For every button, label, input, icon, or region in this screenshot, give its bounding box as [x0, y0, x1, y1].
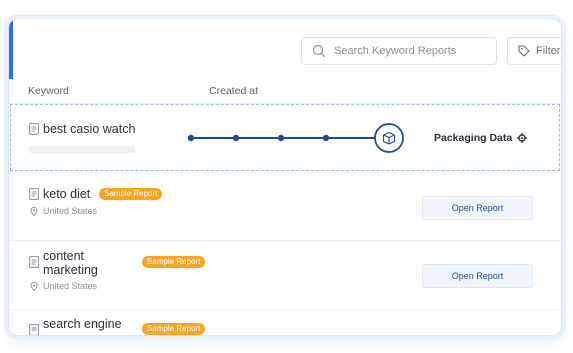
keyword-text[interactable]: keto diet	[43, 187, 90, 201]
sample-report-badge: Sample Report	[99, 188, 163, 200]
location-text: United States	[43, 281, 98, 291]
location-pin-icon	[30, 206, 38, 216]
keyword-text[interactable]: best casio watch	[43, 122, 135, 136]
tag-icon	[518, 45, 530, 57]
sample-report-badge: Sample Report	[142, 256, 206, 268]
package-icon	[374, 123, 404, 153]
search-input[interactable]	[334, 45, 494, 57]
open-report-button[interactable]: Open Report	[422, 196, 533, 220]
column-header-created-at: Created at	[209, 85, 259, 97]
filter-label: Filter	[536, 45, 561, 57]
progress-step	[232, 134, 240, 142]
location-label: United States	[30, 206, 97, 216]
location-label: United States	[30, 281, 97, 291]
progress-step	[322, 134, 330, 142]
row-divider	[9, 309, 561, 310]
location-pin-icon	[30, 281, 38, 291]
document-icon	[29, 324, 39, 335]
sample-report-badge: Sample Report	[142, 323, 206, 335]
filter-button[interactable]: Filter	[507, 37, 561, 65]
progress-step	[187, 134, 195, 142]
open-report-button[interactable]: Open Report	[422, 264, 533, 288]
status-text: Packaging Data	[434, 132, 513, 144]
row-divider	[9, 240, 561, 241]
search-box[interactable]	[301, 37, 497, 65]
location-text: United States	[43, 206, 98, 216]
keyword-text[interactable]: search engine	[43, 317, 122, 331]
panel-accent-bar	[9, 19, 13, 79]
processing-status: Packaging Data	[434, 132, 528, 144]
document-icon	[29, 123, 39, 135]
column-header-keyword: Keyword	[28, 85, 69, 97]
keyword-text-line-1[interactable]: content	[43, 249, 84, 263]
keyword-text-line-2[interactable]: marketing	[43, 263, 98, 277]
progress-step	[277, 134, 285, 142]
keyword-reports-panel: Filter Keyword Created at best casio wat…	[8, 18, 562, 336]
loading-placeholder	[29, 146, 135, 153]
progress-stepper	[187, 123, 404, 153]
search-icon	[312, 44, 326, 58]
gear-icon	[517, 133, 528, 143]
document-icon	[29, 188, 39, 200]
document-icon	[29, 256, 39, 268]
